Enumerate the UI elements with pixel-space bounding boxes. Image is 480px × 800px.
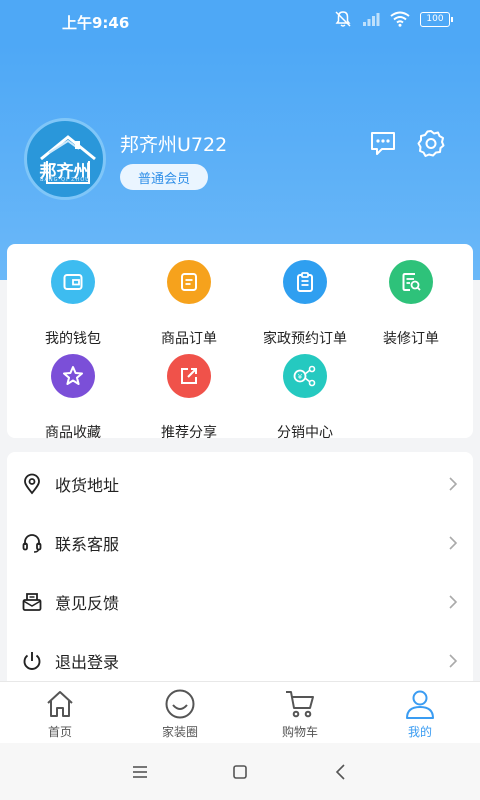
grid-item-share[interactable]: 推荐分享 — [131, 354, 247, 441]
list-label: 联系客服 — [55, 535, 120, 554]
wifi-icon — [390, 11, 410, 27]
grid-item-favorites[interactable]: 商品收藏 — [15, 354, 131, 441]
distribution-icon: ¥ — [283, 354, 327, 398]
cart-icon — [286, 691, 314, 718]
tab-label: 首页 — [47, 725, 72, 739]
menu-list-card: 收货地址 联系客服 意见反馈 退出登录 — [7, 452, 473, 692]
profile-icon — [406, 690, 434, 719]
grid-label: 推荐分享 — [161, 425, 217, 441]
username: 邦齐州U722 — [120, 134, 228, 156]
location-pin-icon — [24, 473, 40, 495]
signal-icon — [363, 13, 380, 26]
smile-icon — [165, 689, 195, 719]
share-icon — [167, 354, 211, 398]
grid-label: 装修订单 — [383, 331, 439, 347]
avatar-logo-subtext: BANG QI ZHOU — [40, 177, 90, 183]
chevron-right-icon — [449, 654, 458, 668]
grid-label: 我的钱包 — [45, 331, 101, 347]
chevron-right-icon — [449, 477, 458, 491]
feedback-icon — [22, 593, 42, 611]
chevron-right-icon — [449, 536, 458, 550]
home-square-icon[interactable] — [231, 763, 249, 781]
tab-label: 家装圈 — [161, 725, 198, 739]
gear-icon[interactable] — [416, 128, 446, 158]
headset-icon — [22, 534, 42, 553]
menu-icon[interactable] — [131, 763, 149, 781]
grid-label: 商品收藏 — [45, 425, 101, 441]
grid-label: 商品订单 — [161, 331, 217, 347]
battery-level: 100 — [426, 13, 444, 24]
avatar[interactable]: 邦齐州 BANG QI ZHOU — [24, 118, 106, 200]
grid-item-housekeeping-orders[interactable]: 家政预约订单 — [247, 260, 363, 347]
bottom-tab-bar: 首页 家装圈 购物车 我的 — [0, 681, 480, 743]
feature-grid-card: 我的钱包 商品订单 家政预约订单 装修订单 商品收藏 推荐分享 ¥ 分销中心 — [7, 244, 473, 441]
home-icon — [47, 691, 73, 717]
list-item-customer-service[interactable]: 联系客服 — [7, 514, 473, 572]
battery-icon: 100 — [420, 11, 453, 27]
grid-item-renovation-orders[interactable]: 装修订单 — [353, 260, 469, 347]
tab-profile[interactable]: 我的 — [360, 682, 480, 744]
svg-text:¥: ¥ — [298, 373, 303, 381]
tab-label: 我的 — [407, 725, 432, 739]
grid-item-wallet[interactable]: 我的钱包 — [15, 260, 131, 347]
member-level-badge: 普通会员 — [120, 164, 208, 190]
clipboard-icon — [283, 260, 327, 304]
list-label: 退出登录 — [55, 653, 120, 672]
status-time: 上午9:46 — [62, 14, 130, 32]
tab-home[interactable]: 首页 — [0, 682, 120, 744]
list-label: 意见反馈 — [55, 594, 120, 613]
mute-icon — [335, 11, 351, 27]
tab-home-circle[interactable]: 家装圈 — [120, 682, 240, 744]
grid-label: 分销中心 — [277, 425, 333, 441]
message-icon[interactable] — [368, 128, 398, 158]
tab-cart[interactable]: 购物车 — [240, 682, 360, 744]
list-item-feedback[interactable]: 意见反馈 — [7, 573, 473, 631]
order-icon — [167, 260, 211, 304]
grid-item-distribution[interactable]: ¥ 分销中心 — [247, 354, 363, 441]
tab-label: 购物车 — [281, 725, 318, 739]
search-doc-icon — [389, 260, 433, 304]
back-icon[interactable] — [332, 763, 350, 781]
list-item-shipping-address[interactable]: 收货地址 — [7, 455, 473, 513]
status-icons: 100 — [334, 10, 453, 28]
system-nav-bar — [0, 743, 480, 800]
star-icon — [51, 354, 95, 398]
status-bar: 上午9:46 100 — [0, 0, 480, 44]
chevron-right-icon — [449, 595, 458, 609]
grid-item-product-orders[interactable]: 商品订单 — [131, 260, 247, 347]
power-icon — [23, 652, 41, 670]
grid-label: 家政预约订单 — [263, 331, 347, 347]
list-label: 收货地址 — [55, 476, 120, 495]
wallet-icon — [51, 260, 95, 304]
